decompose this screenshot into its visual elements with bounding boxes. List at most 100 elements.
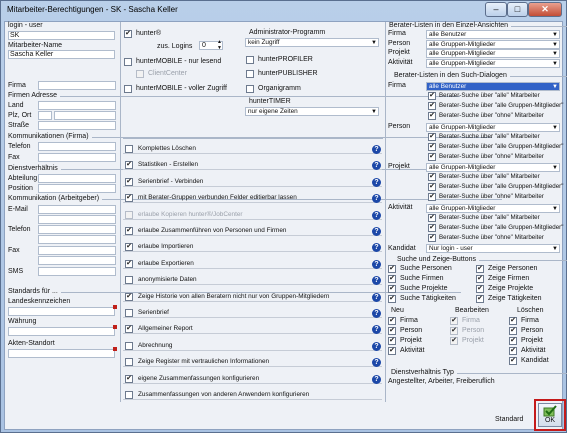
profiler-checkbox[interactable]: [246, 56, 254, 64]
neu-checkbox[interactable]: [388, 337, 396, 345]
loeschen-checkbox[interactable]: [509, 327, 517, 335]
bearbeiten-checkbox[interactable]: [450, 317, 458, 325]
zeige-checkbox[interactable]: [476, 285, 484, 293]
land-field[interactable]: [38, 101, 116, 110]
help-icon[interactable]: ?: [372, 309, 381, 318]
close-button[interactable]: ✕: [528, 2, 562, 17]
help-icon[interactable]: ?: [372, 177, 381, 187]
help-icon[interactable]: ?: [372, 259, 381, 269]
permission-checkbox[interactable]: [125, 374, 133, 383]
organigramm-checkbox[interactable]: [246, 85, 254, 93]
hunter-checkbox[interactable]: [124, 30, 132, 38]
zeige-checkbox[interactable]: [476, 265, 484, 273]
timer-select[interactable]: nur eigene Zeiten ▼: [245, 107, 379, 116]
ok-button[interactable]: OK: [538, 403, 562, 427]
permission-checkbox[interactable]: [125, 243, 133, 252]
landeskenn-field[interactable]: [8, 307, 115, 316]
such-option-checkbox[interactable]: [428, 233, 436, 242]
permission-checkbox[interactable]: [125, 292, 133, 301]
help-icon[interactable]: ?: [372, 374, 381, 384]
permission-checkbox[interactable]: [125, 259, 133, 268]
such-select[interactable]: alle Gruppen-Mitglieder ▼: [426, 163, 560, 172]
login-field[interactable]: SK: [8, 31, 115, 40]
loeschen-checkbox[interactable]: [509, 317, 517, 325]
einzel-select[interactable]: alle Gruppen-Mitglieder ▼: [426, 39, 560, 49]
help-icon[interactable]: ?: [372, 210, 381, 220]
such-select[interactable]: alle Gruppen-Mitglieder ▼: [426, 122, 560, 132]
einzel-select[interactable]: alle Gruppen-Mitglieder ▼: [426, 49, 560, 58]
permission-checkbox[interactable]: [125, 161, 133, 170]
help-icon[interactable]: ?: [372, 341, 381, 351]
such-option-checkbox[interactable]: [428, 102, 436, 110]
permission-checkbox[interactable]: [125, 358, 133, 367]
such-option-checkbox[interactable]: [428, 132, 436, 141]
permission-checkbox[interactable]: [125, 227, 133, 235]
permission-checkbox[interactable]: [125, 177, 133, 186]
such-option-checkbox[interactable]: [428, 173, 436, 181]
neu-checkbox[interactable]: [388, 317, 396, 325]
permission-checkbox[interactable]: [125, 325, 133, 334]
help-icon[interactable]: ?: [372, 145, 381, 154]
email-field-2[interactable]: [38, 215, 116, 224]
help-icon[interactable]: ?: [372, 227, 381, 236]
suche-checkbox[interactable]: [388, 285, 396, 293]
zeige-checkbox[interactable]: [476, 295, 484, 303]
loeschen-checkbox[interactable]: [509, 337, 517, 345]
neu-checkbox[interactable]: [388, 327, 396, 335]
permission-checkbox[interactable]: [125, 341, 133, 350]
bearbeiten-checkbox[interactable]: [450, 337, 458, 345]
strasse-field[interactable]: [38, 121, 116, 130]
plz-field[interactable]: [38, 111, 52, 120]
publisher-checkbox[interactable]: [246, 70, 254, 78]
such-option-checkbox[interactable]: [428, 112, 436, 120]
clientcenter-checkbox[interactable]: [136, 70, 144, 78]
permission-checkbox[interactable]: [125, 194, 133, 203]
hm-voll-checkbox[interactable]: [124, 85, 132, 93]
such-select[interactable]: alle Benutzer ▼: [426, 82, 560, 91]
akten-field[interactable]: [8, 349, 115, 358]
suche-checkbox[interactable]: [388, 275, 396, 283]
fax2-field-2[interactable]: [38, 256, 116, 265]
such-option-checkbox[interactable]: [428, 92, 436, 100]
permission-checkbox[interactable]: [125, 210, 133, 219]
help-icon[interactable]: ?: [372, 292, 381, 302]
telefon2-field[interactable]: [38, 225, 116, 234]
hm-lesend-checkbox[interactable]: [124, 58, 132, 66]
ort-field[interactable]: [54, 111, 116, 120]
email-field[interactable]: [38, 205, 116, 214]
such-option-checkbox[interactable]: [428, 223, 436, 232]
suche-checkbox[interactable]: [388, 265, 396, 273]
loeschen-checkbox[interactable]: [509, 357, 517, 365]
name-field[interactable]: Sascha Keller: [8, 50, 115, 59]
spinner-down-icon[interactable]: ▼: [217, 45, 222, 51]
waehrung-field[interactable]: [8, 327, 115, 336]
such-option-checkbox[interactable]: [428, 152, 436, 161]
permission-checkbox[interactable]: [125, 391, 133, 399]
kandidat-select[interactable]: Nur login - user ▼: [426, 244, 560, 253]
position-field[interactable]: [38, 184, 116, 193]
suche-checkbox[interactable]: [388, 295, 396, 303]
minimize-button[interactable]: –: [485, 2, 507, 17]
permission-checkbox[interactable]: [125, 276, 133, 285]
einzel-select[interactable]: alle Gruppen-Mitglieder ▼: [426, 58, 560, 68]
fax2-field[interactable]: [38, 246, 116, 255]
telefon2-field-2[interactable]: [38, 235, 116, 244]
firma-field[interactable]: [38, 81, 116, 90]
such-option-checkbox[interactable]: [428, 142, 436, 151]
permission-checkbox[interactable]: [125, 309, 133, 317]
such-option-checkbox[interactable]: [428, 213, 436, 222]
such-option-checkbox[interactable]: [428, 193, 436, 201]
einzel-select[interactable]: alle Benutzer ▼: [426, 30, 560, 39]
permission-checkbox[interactable]: [125, 145, 133, 153]
neu-checkbox[interactable]: [388, 347, 396, 355]
telefon-field[interactable]: [38, 142, 116, 151]
loeschen-checkbox[interactable]: [509, 347, 517, 355]
maximize-button[interactable]: □: [507, 2, 528, 17]
such-select[interactable]: alle Gruppen-Mitglieder ▼: [426, 203, 560, 213]
fax-field[interactable]: [38, 153, 116, 162]
sms-field[interactable]: [38, 267, 116, 276]
such-option-checkbox[interactable]: [428, 183, 436, 191]
abteilung-field[interactable]: [38, 174, 116, 183]
zeige-checkbox[interactable]: [476, 275, 484, 283]
bearbeiten-checkbox[interactable]: [450, 327, 458, 335]
